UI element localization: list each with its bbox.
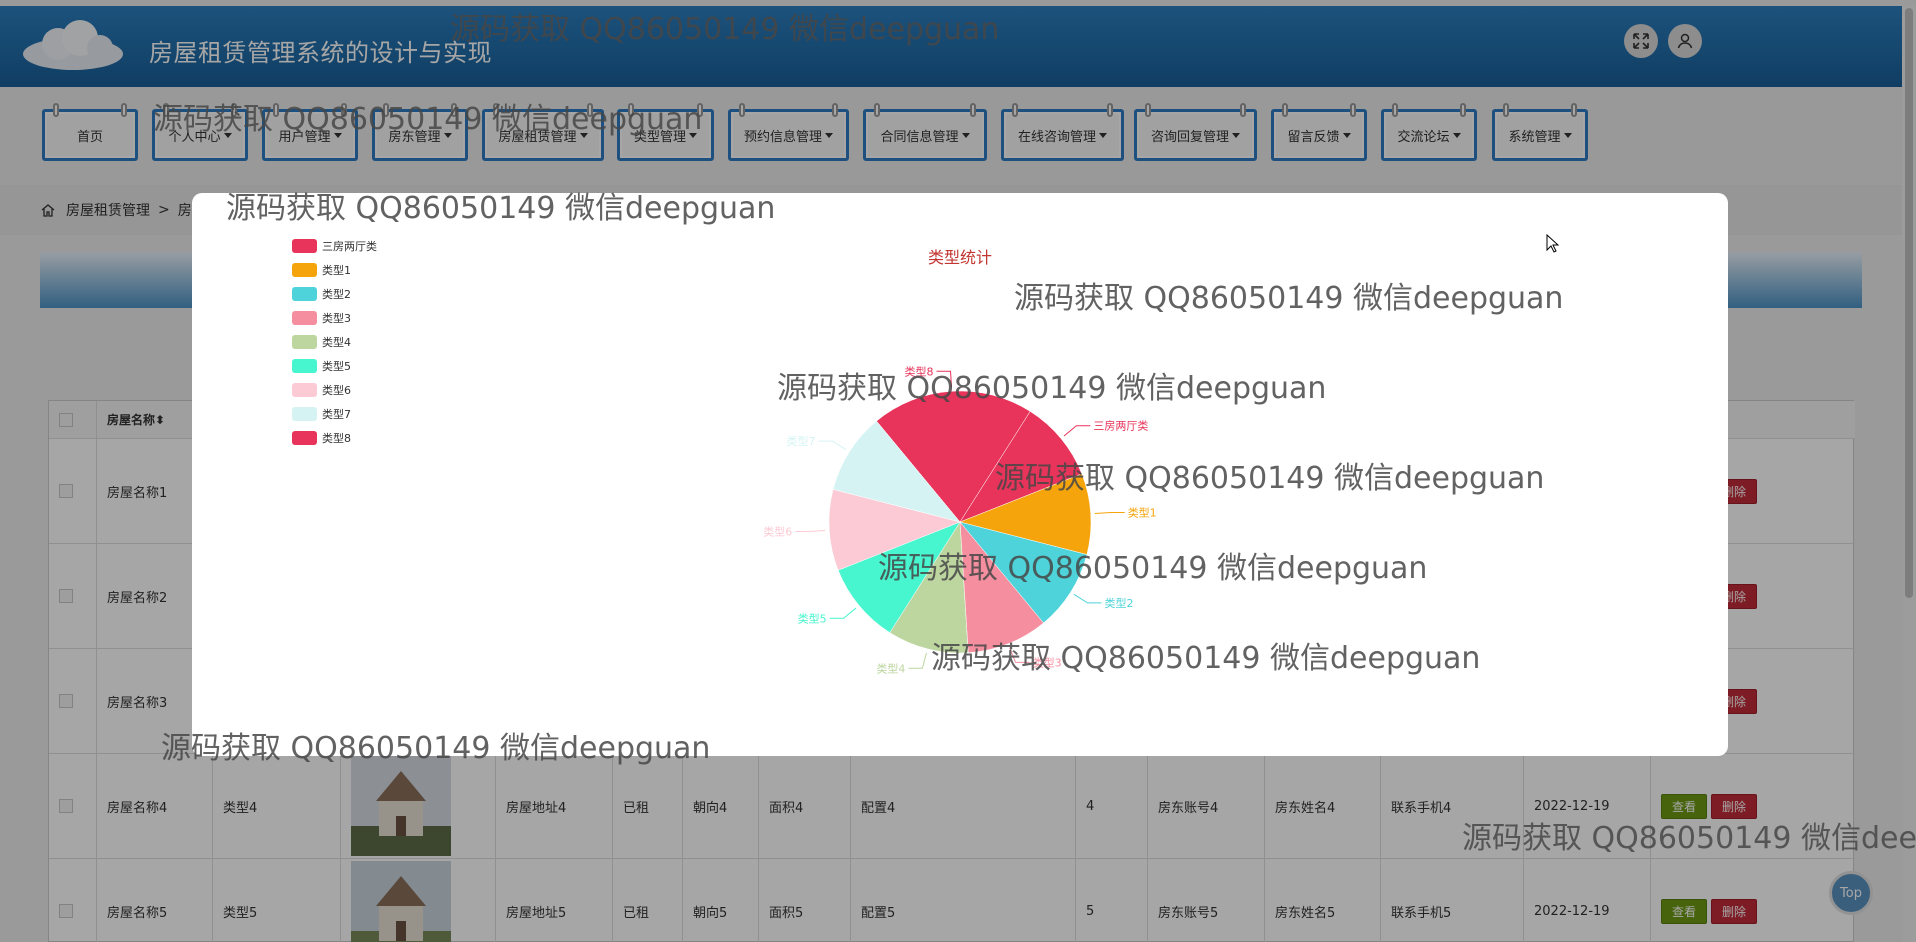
pie-label-line — [1063, 425, 1091, 437]
pie-slice-label: 类型7 — [787, 434, 816, 448]
pie-label-line — [818, 440, 847, 451]
watermark-text: 源码获取 QQ86050149 微信deepguan — [1462, 821, 1916, 856]
pie-label-line — [829, 607, 857, 619]
watermark-text: 源码获取 QQ86050149 微信deepguan — [153, 102, 703, 137]
watermark-text: 源码获取 QQ86050149 微信deepguan — [226, 191, 776, 226]
mouse-cursor-icon — [1546, 234, 1560, 253]
pie-label-line — [795, 529, 826, 532]
pie-label-line — [1073, 593, 1102, 604]
pie-slice-label: 类型1 — [1128, 506, 1157, 520]
pie-label-line — [1094, 512, 1125, 515]
watermark-text: 源码获取 QQ86050149 微信deepguan — [450, 12, 1000, 47]
watermark-text: 源码获取 QQ86050149 微信deepguan — [878, 551, 1428, 586]
pie-slice-label: 类型2 — [1104, 596, 1133, 610]
app-root: 房屋租赁管理系统的设计与实现 首页 个人中心 用户管理 房东管理 房屋租赁管理 类型管理预… — [0, 0, 1916, 942]
watermark-text: 源码获取 QQ86050149 微信deepguan — [931, 641, 1481, 676]
watermark-text: 源码获取 QQ86050149 微信deepguan — [995, 461, 1545, 496]
pie-slice-label: 类型5 — [798, 611, 827, 625]
pie-slice-label: 三房两厅类 — [1093, 419, 1148, 433]
pie-slice-label: 类型6 — [763, 524, 792, 538]
watermark-text: 源码获取 QQ86050149 微信deepguan — [161, 731, 711, 766]
pie-slice-label: 类型4 — [876, 661, 905, 675]
watermark-text: 源码获取 QQ86050149 微信deepguan — [1014, 281, 1564, 316]
pie-label-line — [908, 652, 927, 669]
watermark-text: 源码获取 QQ86050149 微信deepguan — [777, 371, 1327, 406]
